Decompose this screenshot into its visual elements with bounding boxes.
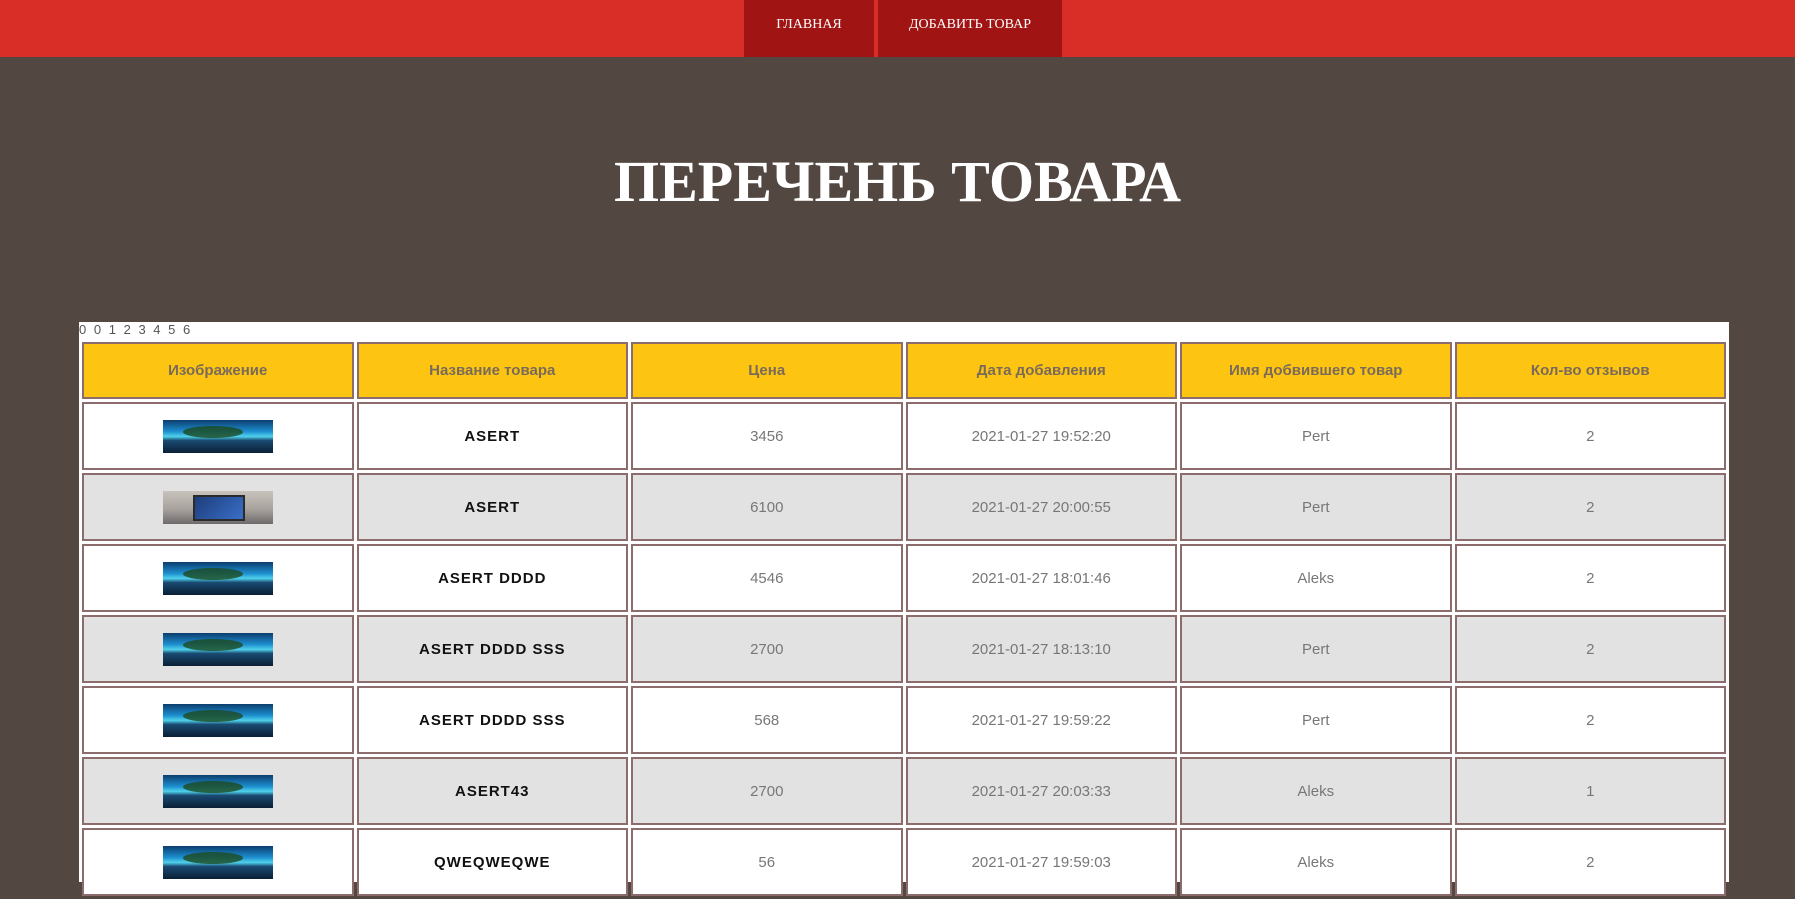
products-table: Изображение Название товара Цена Дата до…	[79, 339, 1729, 899]
page-link[interactable]: 0	[94, 322, 103, 337]
page-link[interactable]: 3	[138, 322, 147, 337]
pagination: 0 0 1 2 3 4 5 6	[79, 322, 192, 338]
product-reviews: 2	[1454, 544, 1726, 612]
product-thumbnail[interactable]	[162, 774, 273, 808]
product-image-cell	[82, 615, 354, 683]
product-image-cell	[82, 757, 354, 825]
table-row: QWEQWEQWE 56 2021-01-27 19:59:03 Aleks 2	[82, 828, 1726, 896]
page-link[interactable]: 1	[109, 322, 118, 337]
page-link[interactable]: 5	[168, 322, 177, 337]
product-thumbnail[interactable]	[162, 419, 273, 453]
product-author: Aleks	[1180, 544, 1452, 612]
table-row: ASERT DDDD 4546 2021-01-27 18:01:46 Alek…	[82, 544, 1726, 612]
product-price: 3456	[631, 402, 903, 470]
product-reviews: 2	[1454, 615, 1726, 683]
product-name[interactable]: ASERT DDDD	[356, 544, 628, 612]
product-author: Pert	[1180, 686, 1452, 754]
product-image-cell	[82, 544, 354, 612]
product-author: Pert	[1180, 402, 1452, 470]
product-image-cell	[82, 402, 354, 470]
product-date: 2021-01-27 20:00:55	[905, 473, 1177, 541]
product-reviews: 2	[1454, 686, 1726, 754]
product-price: 4546	[631, 544, 903, 612]
product-date: 2021-01-27 19:52:20	[905, 402, 1177, 470]
product-price: 568	[631, 686, 903, 754]
column-header-reviews: Кол-во отзывов	[1454, 342, 1726, 399]
page-link[interactable]: 0	[79, 322, 88, 337]
product-author: Aleks	[1180, 757, 1452, 825]
product-date: 2021-01-27 19:59:03	[905, 828, 1177, 896]
table-row: ASERT DDDD SSS 568 2021-01-27 19:59:22 P…	[82, 686, 1726, 754]
table-header-row: Изображение Название товара Цена Дата до…	[82, 342, 1726, 399]
product-price: 2700	[631, 757, 903, 825]
nav-add-product-link[interactable]: ДОБАВИТЬ ТОВАР	[878, 0, 1062, 57]
product-name[interactable]: ASERT43	[356, 757, 628, 825]
table-row: ASERT 3456 2021-01-27 19:52:20 Pert 2	[82, 402, 1726, 470]
product-name[interactable]: ASERT DDDD SSS	[356, 615, 628, 683]
product-name[interactable]: ASERT	[356, 473, 628, 541]
column-header-image: Изображение	[82, 342, 354, 399]
column-header-name: Название товара	[356, 342, 628, 399]
product-price: 2700	[631, 615, 903, 683]
product-thumbnail[interactable]	[162, 845, 273, 879]
product-date: 2021-01-27 18:13:10	[905, 615, 1177, 683]
table-row: ASERT DDDD SSS 2700 2021-01-27 18:13:10 …	[82, 615, 1726, 683]
product-reviews: 1	[1454, 757, 1726, 825]
product-author: Pert	[1180, 615, 1452, 683]
product-price: 56	[631, 828, 903, 896]
product-image-cell	[82, 828, 354, 896]
main-nav: ГЛАВНАЯ ДОБАВИТЬ ТОВАР	[744, 0, 1062, 57]
page-link[interactable]: 6	[183, 322, 192, 337]
column-header-date: Дата добавления	[905, 342, 1177, 399]
product-image-cell	[82, 686, 354, 754]
product-thumbnail[interactable]	[162, 490, 273, 524]
product-date: 2021-01-27 20:03:33	[905, 757, 1177, 825]
table-row: ASERT 6100 2021-01-27 20:00:55 Pert 2	[82, 473, 1726, 541]
column-header-author: Имя добвившего товар	[1180, 342, 1452, 399]
product-reviews: 2	[1454, 402, 1726, 470]
product-date: 2021-01-27 18:01:46	[905, 544, 1177, 612]
product-list-panel: 0 0 1 2 3 4 5 6 Изображение Название тов…	[79, 322, 1729, 896]
product-reviews: 2	[1454, 473, 1726, 541]
table-row: ASERT43 2700 2021-01-27 20:03:33 Aleks 1	[82, 757, 1726, 825]
product-thumbnail[interactable]	[162, 703, 273, 737]
product-date: 2021-01-27 19:59:22	[905, 686, 1177, 754]
page-link[interactable]: 2	[124, 322, 133, 337]
product-reviews: 2	[1454, 828, 1726, 896]
product-price: 6100	[631, 473, 903, 541]
product-thumbnail[interactable]	[162, 561, 273, 595]
page-link[interactable]: 4	[153, 322, 162, 337]
product-image-cell	[82, 473, 354, 541]
column-header-price: Цена	[631, 342, 903, 399]
top-navigation-bar: ГЛАВНАЯ ДОБАВИТЬ ТОВАР	[0, 0, 1795, 57]
product-name[interactable]: ASERT DDDD SSS	[356, 686, 628, 754]
page-title: ПЕРЕЧЕНЬ ТОВАРА	[614, 149, 1181, 214]
product-name[interactable]: QWEQWEQWE	[356, 828, 628, 896]
product-name[interactable]: ASERT	[356, 402, 628, 470]
product-thumbnail[interactable]	[162, 632, 273, 666]
product-author: Pert	[1180, 473, 1452, 541]
nav-home-link[interactable]: ГЛАВНАЯ	[744, 0, 874, 57]
product-author: Aleks	[1180, 828, 1452, 896]
